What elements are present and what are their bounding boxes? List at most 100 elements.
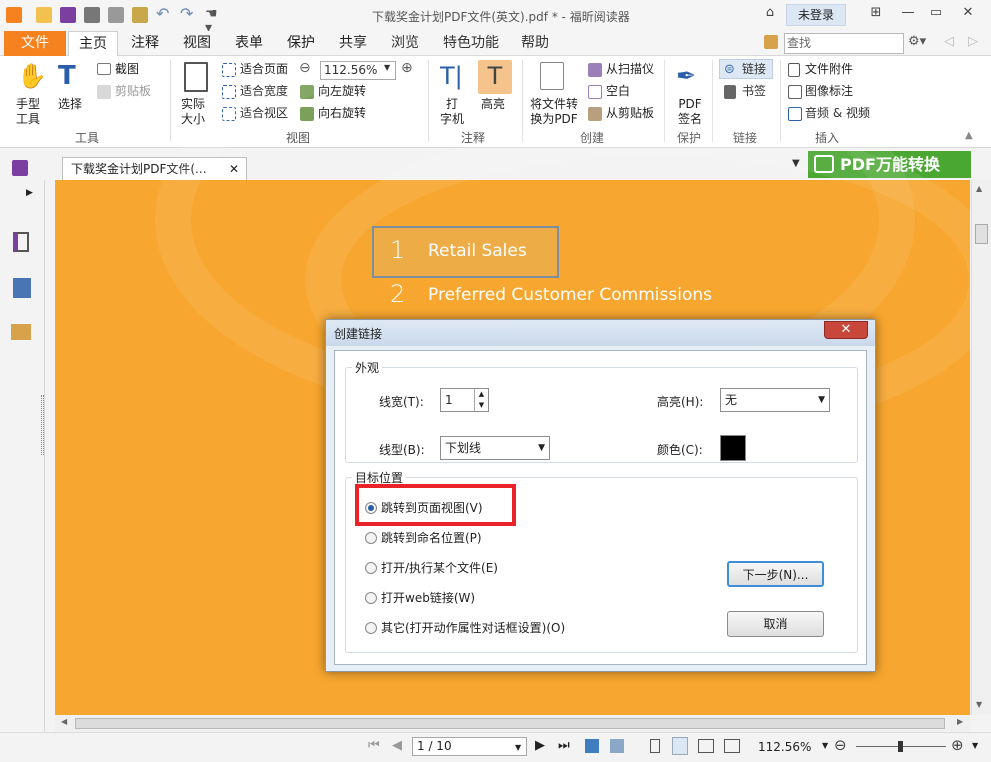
- dialog-close-button[interactable]: ✕: [824, 321, 868, 339]
- search-input[interactable]: 查找: [784, 33, 904, 54]
- radio-other-action[interactable]: 其它(打开动作属性对话框设置)(O): [365, 621, 565, 635]
- zoom-slider-thumb[interactable]: [898, 741, 903, 752]
- hand-tool-icon[interactable]: ✋: [17, 62, 47, 90]
- clipboard-icon: [97, 85, 111, 99]
- scroll-right-icon[interactable]: ▶: [957, 717, 963, 726]
- hand-tool-label[interactable]: 手型 工具: [16, 97, 40, 127]
- highlight-label: 高亮(H):: [657, 395, 704, 409]
- toc-number: 1: [390, 236, 406, 264]
- next-view-icon[interactable]: [610, 739, 624, 753]
- next-page-icon[interactable]: ▶: [535, 738, 545, 753]
- nav-back-icon[interactable]: ◁: [944, 34, 954, 49]
- save-icon[interactable]: [60, 7, 76, 23]
- next-button[interactable]: 下一步(N)...: [727, 561, 824, 587]
- undo-icon[interactable]: ↶: [156, 6, 172, 23]
- menu-protect[interactable]: 保护: [277, 31, 325, 56]
- zoom-dropdown-icon[interactable]: ▼: [822, 741, 828, 750]
- print-icon[interactable]: [84, 7, 100, 23]
- continuous-facing-icon[interactable]: [724, 739, 740, 753]
- horizontal-scrollbar[interactable]: ◀ ▶: [55, 715, 970, 732]
- radio-dot: [365, 592, 377, 604]
- toc-entry: Preferred Customer Commissions: [428, 285, 712, 305]
- clipboard-label[interactable]: 剪贴板: [115, 84, 151, 99]
- snapshot-icon[interactable]: [97, 63, 111, 75]
- cancel-button[interactable]: 取消: [727, 611, 824, 637]
- panel-splitter[interactable]: [41, 395, 44, 455]
- highlight-select[interactable]: 无 ▼: [720, 388, 830, 412]
- single-page-icon[interactable]: [650, 739, 660, 753]
- search-folder-icon[interactable]: [764, 35, 778, 49]
- dialog-title: 创建链接: [334, 327, 383, 341]
- chevron-down-icon: ▼: [538, 443, 545, 453]
- menu-comment[interactable]: 注释: [121, 31, 169, 56]
- scroll-thumb[interactable]: [975, 224, 988, 244]
- color-swatch[interactable]: [720, 435, 746, 461]
- settings-icon[interactable]: ⚙▾: [908, 34, 926, 49]
- line-style-select[interactable]: 下划线 ▼: [440, 436, 550, 460]
- status-zoom[interactable]: 112.56%: [758, 740, 811, 754]
- spinner-arrows-icon[interactable]: ▲ ▼: [474, 389, 488, 411]
- new-icon[interactable]: [132, 7, 148, 23]
- properties-icon[interactable]: [108, 7, 124, 23]
- attachment-label[interactable]: 文件附件: [805, 62, 853, 77]
- radio-open-web-link[interactable]: 打开web链接(W): [365, 591, 475, 605]
- menu-view[interactable]: 视图: [173, 31, 221, 56]
- prev-page-icon[interactable]: ◀: [392, 738, 402, 753]
- continuous-page-icon[interactable]: [672, 737, 688, 755]
- hand-quick-icon[interactable]: ☚▾: [205, 7, 221, 35]
- radio-goto-named-destination[interactable]: 跳转到命名位置(P): [365, 531, 482, 545]
- chevron-down-icon: ▼: [818, 395, 825, 405]
- scroll-up-icon[interactable]: ▲: [976, 184, 982, 193]
- redo-icon[interactable]: ↷: [180, 6, 196, 23]
- zoom-out-icon[interactable]: ⊖: [834, 736, 847, 754]
- prev-view-icon[interactable]: [585, 739, 599, 753]
- sidebar-toggle-icon[interactable]: [12, 160, 28, 176]
- radio-label: 其它(打开动作属性对话框设置)(O): [381, 621, 566, 635]
- menu-home[interactable]: 主页: [68, 31, 118, 57]
- radio-dot: [365, 532, 377, 544]
- radio-dot: [365, 562, 377, 574]
- zoom-in-icon[interactable]: ⊕: [951, 736, 964, 754]
- h-scroll-thumb[interactable]: [75, 718, 945, 729]
- vertical-scrollbar[interactable]: ▲ ▼: [971, 180, 991, 715]
- close-button[interactable]: ✕: [958, 5, 978, 23]
- last-page-icon[interactable]: ⏭: [558, 738, 570, 753]
- line-style-label: 线型(B):: [379, 443, 425, 457]
- collapse-ribbon-icon[interactable]: ▲: [965, 130, 973, 141]
- radio-label: 跳转到命名位置(P): [381, 531, 482, 545]
- pages-icon[interactable]: [13, 278, 31, 298]
- navigation-panel: ▶: [0, 180, 45, 732]
- menu-form[interactable]: 表单: [225, 31, 273, 56]
- line-width-value: 1: [445, 393, 453, 407]
- toc-number: 2: [390, 280, 406, 308]
- select-tool-icon[interactable]: T: [58, 62, 82, 90]
- page-thumbnail-icon[interactable]: [13, 232, 29, 252]
- facing-page-icon[interactable]: [698, 739, 714, 753]
- scroll-down-icon[interactable]: ▼: [976, 700, 982, 709]
- first-page-icon[interactable]: ⏮: [368, 738, 380, 753]
- expand-panel-icon[interactable]: ▶: [26, 188, 33, 198]
- dialog-title-bar[interactable]: 创建链接 ✕: [326, 320, 875, 346]
- divider: [170, 60, 171, 142]
- menu-file[interactable]: 文件: [4, 31, 66, 56]
- line-width-spinner[interactable]: 1 ▲ ▼: [440, 388, 489, 412]
- minimize-button[interactable]: —: [898, 5, 918, 23]
- snapshot-label[interactable]: 截图: [115, 62, 139, 77]
- scroll-left-icon[interactable]: ◀: [61, 717, 67, 726]
- open-folder-icon[interactable]: [36, 7, 52, 23]
- line-width-label: 线宽(T):: [379, 395, 424, 409]
- nav-forward-icon[interactable]: ▷: [968, 34, 978, 49]
- restore-ribbon-icon[interactable]: ⊞: [866, 5, 886, 23]
- actual-size-icon[interactable]: [184, 62, 208, 92]
- skin-icon[interactable]: ⌂: [760, 5, 780, 23]
- select-tool-label[interactable]: 选择: [58, 97, 82, 112]
- page-dropdown-icon[interactable]: ▼: [515, 739, 521, 756]
- radio-open-file[interactable]: 打开/执行某个文件(E): [365, 561, 498, 575]
- comments-icon[interactable]: [11, 324, 31, 340]
- page-number-input[interactable]: 1 / 10 ▼: [412, 737, 527, 756]
- login-button[interactable]: 未登录: [786, 4, 846, 26]
- maximize-button[interactable]: ▭: [926, 5, 946, 23]
- status-more-icon[interactable]: ▼: [972, 741, 978, 750]
- tools-group-label: 工具: [75, 131, 100, 145]
- fit-page-icon[interactable]: [222, 63, 236, 77]
